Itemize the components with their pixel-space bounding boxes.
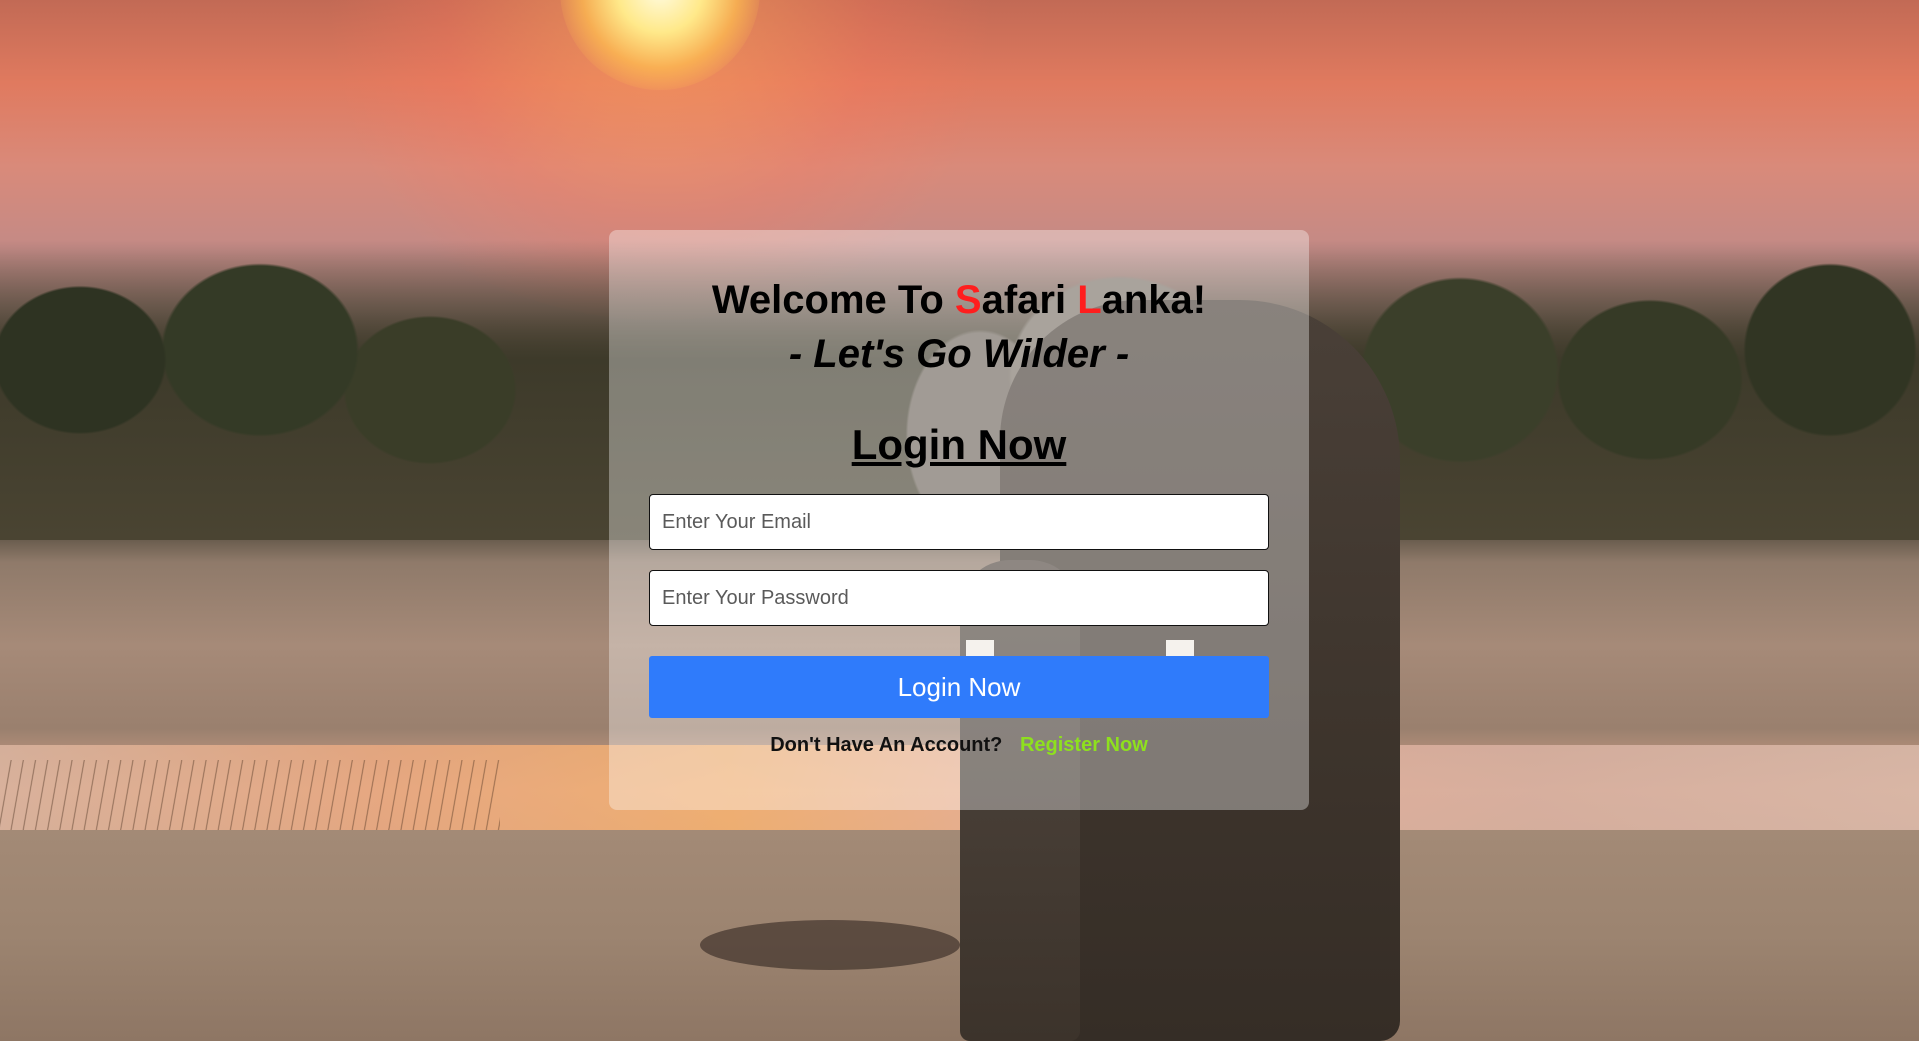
welcome-prefix: Welcome To	[711, 278, 955, 322]
login-card: Welcome To Safari Lanka! - Let's Go Wild…	[609, 230, 1309, 810]
tagline: - Let's Go Wilder -	[788, 332, 1130, 376]
welcome-heading: Welcome To Safari Lanka!	[609, 276, 1309, 324]
login-title: Login Now	[851, 421, 1067, 468]
email-field[interactable]	[649, 494, 1269, 551]
brand-initial-l: L	[1077, 278, 1102, 322]
brand-word-rest-1: afari	[981, 278, 1078, 322]
brand-initial-s: S	[954, 278, 982, 322]
brand-word-rest-2: anka!	[1101, 278, 1207, 322]
register-link[interactable]: Register Now	[1020, 734, 1148, 756]
no-account-text: Don't Have An Account?	[770, 734, 1003, 757]
register-row: Don't Have An Account? Register Now	[609, 734, 1309, 757]
login-button[interactable]: Login Now	[649, 656, 1269, 719]
password-field[interactable]	[649, 570, 1269, 627]
background-scene: Welcome To Safari Lanka! - Let's Go Wild…	[0, 0, 1919, 1041]
